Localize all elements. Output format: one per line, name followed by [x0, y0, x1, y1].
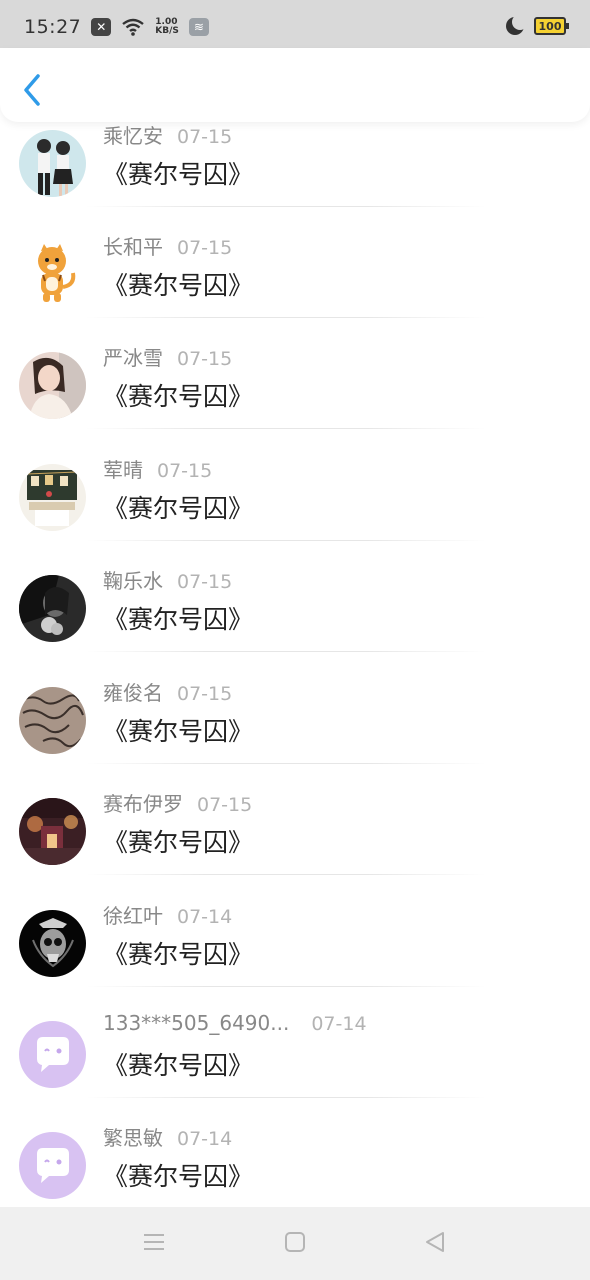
list-item[interactable]: 雍俊名 07-15 《赛尔号囚》 — [0, 677, 590, 788]
message-date: 07-15 — [177, 683, 233, 705]
back-triangle-icon — [426, 1232, 444, 1252]
menu-icon — [144, 1234, 164, 1250]
message-date: 07-15 — [177, 237, 233, 259]
avatar — [19, 798, 86, 865]
sender-name: 繁思敏 07-14 — [103, 1126, 233, 1150]
sender-name: 鞠乐水 07-15 — [103, 569, 233, 593]
back-nav-button[interactable] — [424, 1231, 446, 1257]
list-item[interactable]: 鞠乐水 07-15 《赛尔号囚》 — [0, 565, 590, 676]
divider — [86, 206, 486, 207]
conversation-list: 乘忆安 07-15 《赛尔号囚》 长和平 07-15 《赛尔号囚》 严冰雪 07… — [0, 0, 590, 1280]
message-preview: 《赛尔号囚》 — [103, 1051, 254, 1080]
message-preview: 《赛尔号囚》 — [103, 1162, 254, 1191]
sender-name: 赛布伊罗 07-15 — [103, 792, 253, 816]
avatar — [19, 241, 86, 308]
message-date: 07-14 — [177, 906, 233, 928]
menu-button[interactable] — [143, 1231, 165, 1257]
message-preview: 《赛尔号囚》 — [103, 271, 254, 300]
divider — [86, 651, 486, 652]
list-item[interactable]: 长和平 07-15 《赛尔号囚》 — [0, 231, 590, 342]
message-preview: 《赛尔号囚》 — [103, 382, 254, 411]
list-item[interactable]: 133***505_6490... 07-14 《赛尔号囚》 — [0, 1011, 590, 1122]
message-preview: 《赛尔号囚》 — [103, 494, 254, 523]
list-item[interactable]: 乘忆安 07-15 《赛尔号囚》 — [0, 120, 590, 231]
home-button[interactable] — [284, 1231, 306, 1257]
message-preview: 《赛尔号囚》 — [103, 940, 254, 969]
home-square-icon — [285, 1232, 305, 1252]
message-preview: 《赛尔号囚》 — [103, 160, 254, 189]
list-item[interactable]: 荤晴 07-15 《赛尔号囚》 — [0, 454, 590, 565]
avatar — [19, 352, 86, 419]
status-time: 15:27 — [24, 16, 82, 38]
message-preview: 《赛尔号囚》 — [103, 605, 254, 634]
sender-name: 雍俊名 07-15 — [103, 681, 233, 705]
top-app-bar — [0, 48, 590, 122]
wifi-icon — [122, 18, 145, 36]
message-date: 07-15 — [177, 348, 233, 370]
avatar — [19, 575, 86, 642]
message-date: 07-15 — [177, 571, 233, 593]
battery-icon: 100 — [534, 17, 569, 35]
message-date: 07-14 — [311, 1013, 367, 1035]
default-avatar-icon — [19, 1021, 86, 1088]
message-date: 07-14 — [177, 1128, 233, 1150]
sender-name: 荤晴 07-15 — [103, 458, 213, 482]
divider — [86, 1097, 486, 1098]
divider — [86, 986, 486, 987]
default-avatar-icon — [19, 1132, 86, 1199]
network-speed: 1.00 KB/S — [155, 17, 179, 36]
divider — [86, 763, 486, 764]
back-button[interactable] — [18, 72, 46, 108]
battery-level: 100 — [538, 19, 562, 33]
divider — [86, 317, 486, 318]
message-preview: 《赛尔号囚》 — [103, 717, 254, 746]
divider — [86, 874, 486, 875]
message-preview: 《赛尔号囚》 — [103, 828, 254, 857]
avatar — [19, 464, 86, 531]
sender-name: 严冰雪 07-15 — [103, 346, 233, 370]
message-date: 07-15 — [177, 126, 233, 148]
message-date: 07-15 — [197, 794, 253, 816]
list-item[interactable]: 严冰雪 07-15 《赛尔号囚》 — [0, 342, 590, 453]
sender-name: 乘忆安 07-15 — [103, 124, 233, 148]
do-not-disturb-icon — [506, 14, 528, 35]
system-navigation-bar — [0, 1207, 590, 1280]
notification-icon: ✕ — [91, 18, 112, 36]
sender-name: 133***505_6490... 07-14 — [103, 1011, 367, 1035]
message-date: 07-15 — [157, 460, 213, 482]
chevron-left-icon — [24, 74, 40, 106]
avatar — [19, 130, 86, 197]
avatar — [19, 687, 86, 754]
divider — [86, 540, 486, 541]
avatar — [19, 910, 86, 977]
list-item[interactable]: 赛布伊罗 07-15 《赛尔号囚》 — [0, 788, 590, 899]
sender-name: 徐红叶 07-14 — [103, 904, 233, 928]
sender-name: 长和平 07-15 — [103, 235, 233, 259]
divider — [86, 428, 486, 429]
layers-icon: ≋ — [188, 18, 209, 36]
list-item[interactable]: 徐红叶 07-14 《赛尔号囚》 — [0, 900, 590, 1011]
